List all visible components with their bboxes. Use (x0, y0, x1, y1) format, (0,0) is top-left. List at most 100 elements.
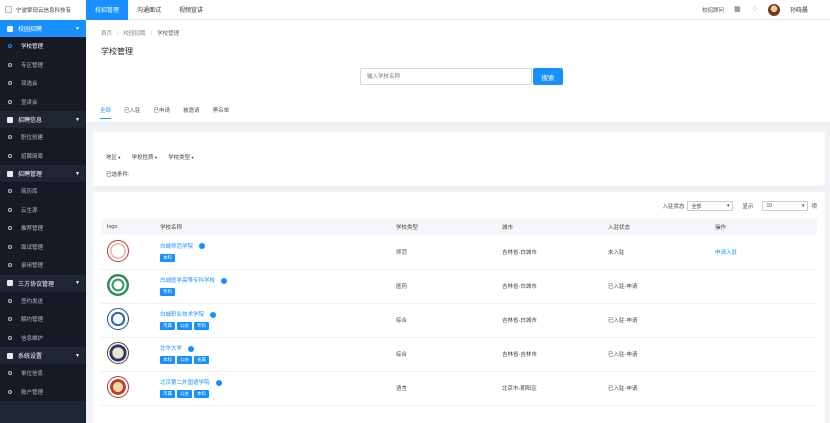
sidebar-item-fair[interactable]: 双选会 (0, 74, 86, 93)
gear-icon (7, 352, 13, 359)
sidebar-group-agreement[interactable]: 三方协议管理 ▼ (0, 274, 86, 292)
verified-icon (221, 277, 228, 284)
col-city: 城市 (502, 225, 514, 231)
sidebar-item-label: 信息维护 (21, 335, 44, 342)
tab-applied[interactable]: 已申请 (154, 106, 171, 119)
sidebar-item-label: 学校管理 (21, 44, 44, 51)
verified-icon (215, 379, 222, 386)
circle-icon (8, 335, 12, 340)
sidebar-item-sign[interactable]: 签约发送 (0, 291, 86, 310)
school-name-link[interactable]: 白城医学高等专科学校 (160, 276, 215, 284)
user-name[interactable]: 孙晓晨 (790, 5, 808, 14)
sidebar-item-hire[interactable]: 录用管理 (0, 256, 86, 275)
top-right-tools: 校招顾问 ▦ ♢ 孙晓晨 (702, 3, 830, 16)
breadcrumb-campus[interactable]: 校园招聘 (124, 31, 146, 37)
page-size-select[interactable]: 10 ▾ (762, 201, 809, 211)
circle-icon (8, 153, 12, 158)
sidebar-item-org[interactable]: 单位信息 (0, 364, 86, 383)
show-label: 显示 (742, 204, 754, 210)
school-type: 语言 (396, 386, 408, 392)
sidebar-item-maintain[interactable]: 信息维护 (0, 328, 86, 347)
verified-icon (188, 345, 195, 352)
table-header-row: logo 学校名称 学校类型 城市 入驻状态 操作 (101, 219, 817, 235)
top-nav-campus[interactable]: 校招管理 (86, 0, 129, 20)
circle-icon (8, 263, 12, 268)
sidebar-item-label: 职位创建 (21, 135, 44, 142)
school-name-link[interactable]: 北华大学 (160, 344, 182, 352)
sidebar-item-school[interactable]: 学校管理 (0, 37, 86, 56)
filter-type[interactable]: 学校类型 (168, 153, 194, 161)
company-logo-icon (5, 6, 12, 13)
avatar[interactable] (767, 3, 780, 16)
sidebar-item-terminate[interactable]: 解约管理 (0, 310, 86, 329)
school-city: 吉林省-吉林市 (502, 352, 537, 358)
search-button[interactable]: 搜索 (533, 68, 563, 85)
sidebar-item-label: 简历库 (21, 189, 38, 196)
school-type: 师范 (396, 249, 408, 256)
apply-join-link[interactable]: 申请入驻 (715, 250, 737, 256)
join-status: 已入驻-申请 (608, 318, 638, 324)
table-row: 白城医学高等专科学校 专科 医药 吉林省-白城市 已入驻-申请 (101, 269, 817, 303)
circle-icon (8, 298, 12, 303)
sidebar-item-brochure[interactable]: 招聘简章 (0, 146, 86, 165)
status-select[interactable]: 全部 ▾ (687, 201, 734, 211)
top-nav-video[interactable]: 视频宣讲 (170, 0, 212, 20)
sidebar-group-recruit-info[interactable]: 招聘信息 ▼ (0, 111, 86, 128)
school-tag: 专科 (160, 288, 175, 296)
sidebar-group-campus[interactable]: 校园招聘 ▼ (0, 20, 86, 37)
tab-invited[interactable]: 被邀请 (183, 106, 200, 119)
school-tag: 公办 (177, 322, 192, 330)
sidebar-group-recruit-manage[interactable]: 招聘管理 ▼ (0, 165, 86, 182)
mail-icon (7, 170, 13, 177)
circle-icon (8, 371, 12, 376)
circle-icon (8, 62, 12, 67)
verified-icon (210, 311, 217, 318)
tab-all[interactable]: 全部 (100, 106, 112, 119)
sidebar-item-zone[interactable]: 专区管理 (0, 55, 86, 74)
sidebar-item-job-create[interactable]: 职位创建 (0, 128, 86, 147)
table-toolbar: 入驻状态 全部 ▾ 显示 10 ▾ 项 (662, 201, 817, 211)
logo-area[interactable]: 宁波擎现云信息科技有 (0, 0, 86, 20)
tab-joined[interactable]: 已入驻 (124, 106, 141, 119)
help-link[interactable]: 校招顾问 (702, 6, 724, 14)
school-tag: 市属 (160, 322, 175, 330)
school-tag: 市属 (160, 390, 175, 398)
sidebar-item-recommend[interactable]: 推荐管理 (0, 219, 86, 238)
col-status: 入驻状态 (608, 225, 631, 231)
bell-icon[interactable]: ♢ (751, 6, 758, 13)
top-nav-interview[interactable]: 沟通面试 (128, 0, 170, 20)
circle-icon (8, 135, 12, 140)
sidebar-item-resume[interactable]: 简历库 (0, 182, 86, 201)
circle-icon (8, 99, 12, 104)
filter-region[interactable]: 地区 (106, 153, 121, 161)
school-tag: 本科 (194, 390, 209, 398)
tab-blacklist[interactable]: 黑名单 (213, 106, 230, 119)
filter-nature[interactable]: 学校性质 (132, 153, 158, 161)
page-size-value: 10 (766, 203, 773, 209)
col-logo: logo (107, 224, 118, 230)
breadcrumb-home[interactable]: 首页 (101, 31, 112, 37)
sidebar-item-talk[interactable]: 宣讲会 (0, 92, 86, 111)
caret-down-icon: ▼ (75, 25, 80, 32)
grid-icon[interactable]: ▦ (734, 6, 741, 13)
top-nav: 校招管理 沟通面试 视频宣讲 (86, 0, 212, 20)
selected-conditions: 已选条件: (106, 172, 130, 178)
sidebar-item-cloud[interactable]: 云生源 (0, 200, 86, 219)
filter-dropdowns: 地区 学校性质 学校类型 (106, 153, 194, 161)
verified-icon (199, 243, 206, 250)
header-panel: 首页/校园招聘/学校管理 学校管理 搜索 全部 已入驻 已申请 被邀请 黑名单 (86, 20, 830, 122)
sidebar-group-settings[interactable]: 系统设置 ▼ (0, 347, 86, 364)
sidebar-item-interview[interactable]: 面试管理 (0, 237, 86, 256)
col-action: 操作 (715, 225, 727, 231)
sidebar-item-account[interactable]: 账户管理 (0, 382, 86, 401)
school-name-link[interactable]: 白城师范学院 (160, 242, 193, 250)
main-content: 首页/校园招聘/学校管理 学校管理 搜索 全部 已入驻 已申请 被邀请 黑名单 … (86, 20, 830, 423)
sidebar-item-label: 面试管理 (21, 244, 44, 251)
sidebar: 校园招聘 ▼ 学校管理 专区管理 双选会 宣讲会 招聘信息 ▼ 职位创建 招聘简… (0, 20, 86, 423)
caret-down-icon: ▼ (75, 352, 80, 359)
school-name-link[interactable]: 白城职业技术学院 (160, 310, 204, 318)
sidebar-group-label: 校园招聘 (18, 27, 43, 33)
col-type: 学校类型 (396, 225, 419, 231)
school-name-link[interactable]: 北京第二外国语学院 (160, 378, 210, 386)
search-input[interactable] (360, 68, 532, 85)
